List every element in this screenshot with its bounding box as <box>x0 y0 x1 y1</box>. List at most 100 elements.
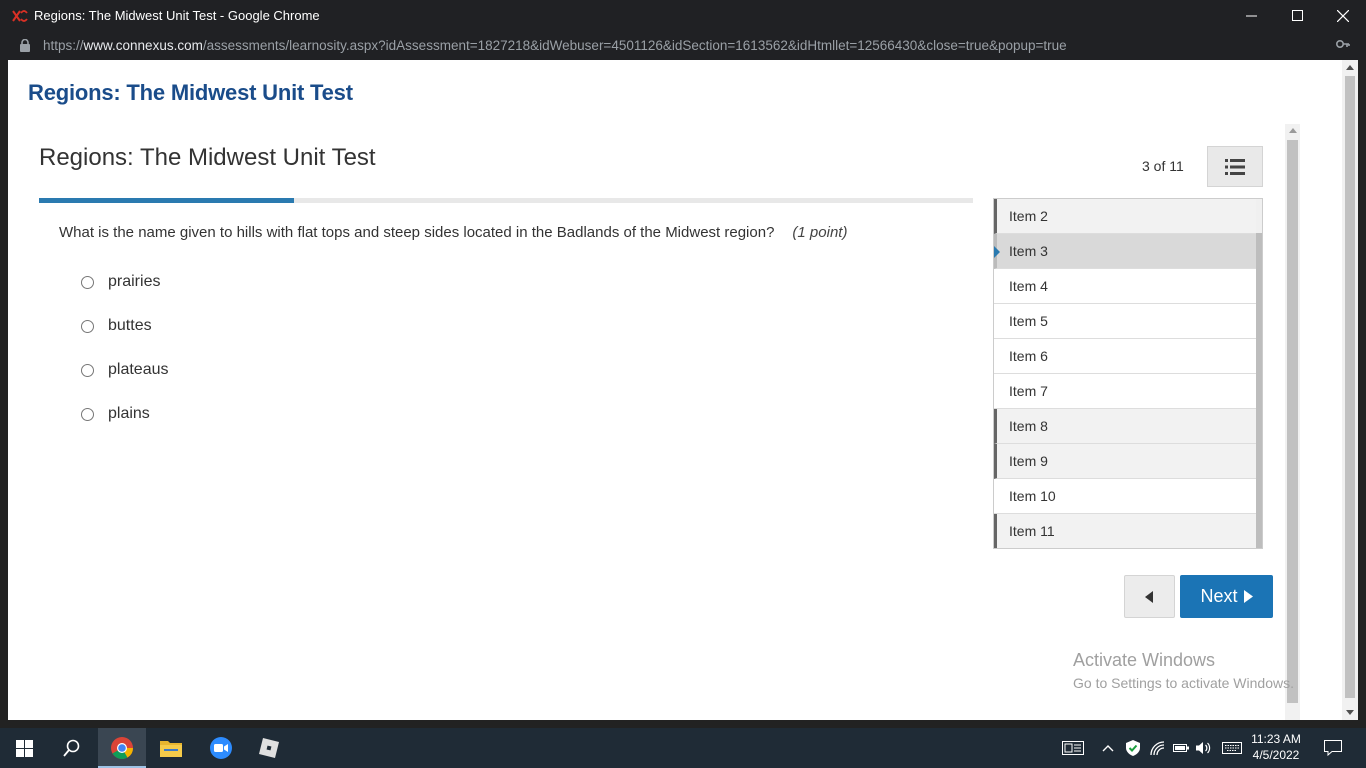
folder-icon <box>160 741 182 757</box>
item-label: Item 5 <box>1009 313 1048 329</box>
item-label: Item 8 <box>1009 418 1048 434</box>
scrollbar-thumb[interactable] <box>1287 140 1298 703</box>
item-list-entry[interactable]: Item 6 <box>994 339 1257 374</box>
radio-button[interactable] <box>81 363 94 377</box>
lock-icon <box>20 39 32 53</box>
search-button[interactable] <box>48 728 96 768</box>
search-icon <box>63 739 80 757</box>
zoom-icon <box>210 737 232 759</box>
assessment-title: Regions: The Midwest Unit Test <box>39 144 376 171</box>
progress-fill <box>39 198 294 203</box>
speaker-icon <box>1196 742 1211 754</box>
key-icon[interactable] <box>1335 38 1350 53</box>
keyboard-icon <box>1222 742 1242 754</box>
scroll-up-arrow-icon[interactable] <box>1289 128 1297 133</box>
next-button[interactable]: Next <box>1180 575 1273 618</box>
task-view-tray-icon[interactable] <box>1058 728 1088 768</box>
url-path: /assessments/learnosity.aspx?idAssessmen… <box>202 38 1067 53</box>
option-label: plateaus <box>108 361 169 378</box>
radio-button[interactable] <box>81 275 94 289</box>
answer-option[interactable]: plains <box>81 392 169 436</box>
option-label: plains <box>108 405 150 422</box>
item-label: Item 6 <box>1009 348 1048 364</box>
item-label: Item 4 <box>1009 278 1048 294</box>
watermark-line-1: Activate Windows <box>1073 650 1216 670</box>
clock-time: 11:23 AM <box>1251 732 1301 746</box>
show-hidden-icons-button[interactable] <box>1098 728 1118 768</box>
list-icon <box>1225 158 1245 175</box>
scroll-up-arrow-icon[interactable] <box>1346 65 1354 70</box>
window-title-bar: Regions: The Midwest Unit Test - Google … <box>0 0 1366 31</box>
news-icon <box>1062 741 1084 755</box>
scroll-down-arrow-icon[interactable] <box>1346 710 1354 715</box>
watermark-line-2: Go to Settings to activate Windows. <box>1073 675 1294 691</box>
taskbar-clock[interactable]: 11:23 AM 4/5/2022 <box>1244 731 1308 763</box>
previous-button[interactable] <box>1124 575 1175 618</box>
item-list-entry[interactable]: Item 4 <box>994 269 1257 304</box>
item-list-entry[interactable]: Item 7 <box>994 374 1257 409</box>
item-list-entry[interactable]: Item 11 <box>994 514 1257 548</box>
chevron-up-icon <box>1102 745 1114 752</box>
page-scrollbar[interactable] <box>1342 60 1358 720</box>
item-list-entry[interactable]: Item 8 <box>994 409 1257 444</box>
roblox-icon <box>259 738 279 758</box>
caret-right-icon <box>1243 590 1253 603</box>
answer-option[interactable]: plateaus <box>81 348 169 392</box>
item-list-entry[interactable]: Item 10 <box>994 479 1257 514</box>
caret-left-icon <box>1145 590 1153 603</box>
answer-option[interactable]: buttes <box>81 304 169 348</box>
scrollbar-thumb[interactable] <box>1345 76 1355 698</box>
option-label: buttes <box>108 317 152 334</box>
question-prompt: What is the name given to hills with fla… <box>59 224 847 241</box>
close-window-button[interactable] <box>1320 0 1366 31</box>
volume-tray-icon[interactable] <box>1193 728 1215 768</box>
item-label: Item 9 <box>1009 453 1048 469</box>
battery-icon <box>1173 744 1189 752</box>
windows-logo-icon <box>15 739 33 757</box>
minimize-icon <box>1245 15 1257 17</box>
notifications-button[interactable] <box>1320 728 1346 768</box>
frame-scrollbar[interactable] <box>1285 124 1300 720</box>
item-label: Item 7 <box>1009 383 1048 399</box>
taskbar-roblox[interactable] <box>245 728 293 768</box>
wifi-icon <box>1150 741 1165 755</box>
item-list-entry[interactable]: Item 2 <box>994 199 1257 234</box>
option-label: prairies <box>108 273 161 290</box>
network-tray-icon[interactable] <box>1147 728 1169 768</box>
window-title: Regions: The Midwest Unit Test - Google … <box>34 8 320 23</box>
maximize-button[interactable] <box>1274 0 1320 31</box>
maximize-icon <box>1291 10 1303 21</box>
scrollbar-thumb[interactable] <box>1256 233 1262 548</box>
question-text: What is the name given to hills with fla… <box>59 224 775 241</box>
security-tray-icon[interactable] <box>1122 728 1144 768</box>
item-list-scrollbar[interactable] <box>1256 199 1262 548</box>
item-list-toggle-button[interactable] <box>1207 146 1263 187</box>
item-label: Item 3 <box>1009 243 1048 259</box>
item-list-entry[interactable]: Item 9 <box>994 444 1257 479</box>
assessment-frame: Regions: The Midwest Unit Test What is t… <box>28 124 1300 720</box>
item-label: Item 11 <box>1009 523 1055 539</box>
taskbar-zoom[interactable] <box>197 728 245 768</box>
address-bar[interactable]: https://www.connexus.com/assessments/lea… <box>0 31 1366 60</box>
item-list-entry[interactable]: Item 5 <box>994 304 1257 339</box>
answer-option[interactable]: prairies <box>81 260 169 304</box>
radio-button[interactable] <box>81 319 94 333</box>
keyboard-tray-icon[interactable] <box>1219 728 1245 768</box>
item-list: Item 2 Item 3 Item 4 Item 5 Item 6 Item … <box>993 198 1263 549</box>
taskbar-file-explorer[interactable] <box>147 728 195 768</box>
chrome-icon <box>111 737 133 759</box>
minimize-button[interactable] <box>1228 0 1274 31</box>
url-host: www.connexus.com <box>83 38 203 53</box>
battery-tray-icon[interactable] <box>1170 728 1192 768</box>
radio-button[interactable] <box>81 407 94 421</box>
item-list-entry[interactable]: Item 3 <box>994 234 1257 269</box>
shield-icon <box>1126 740 1140 756</box>
activate-windows-watermark: Activate Windows Go to Settings to activ… <box>1073 650 1294 691</box>
start-button[interactable] <box>0 728 48 768</box>
url-text: https://www.connexus.com/assessments/lea… <box>43 38 1067 53</box>
clock-date: 4/5/2022 <box>1252 748 1300 762</box>
progress-bar <box>39 198 973 203</box>
taskbar-chrome[interactable] <box>98 728 146 768</box>
notification-icon <box>1324 740 1342 756</box>
item-label: Item 10 <box>1009 488 1056 504</box>
